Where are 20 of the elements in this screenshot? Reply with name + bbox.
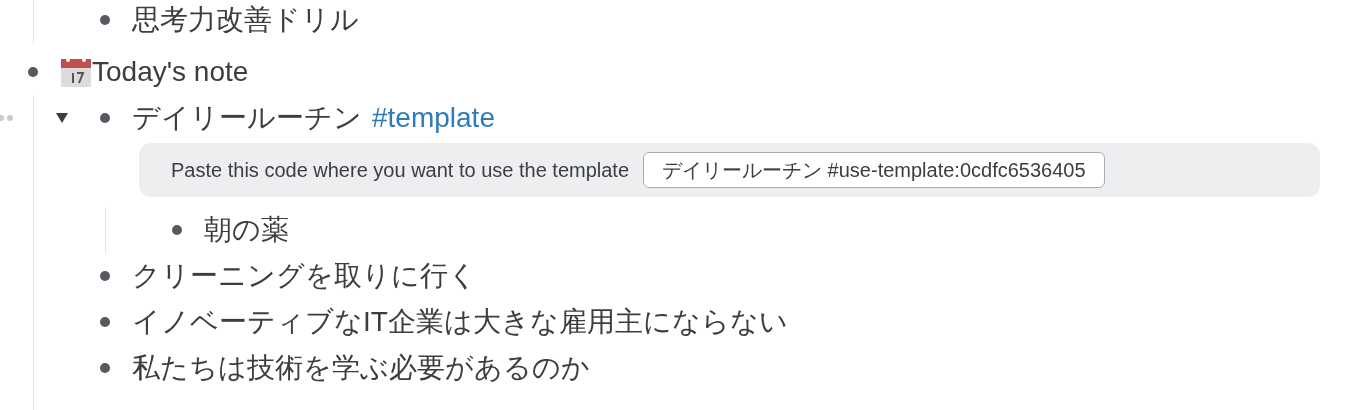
caret-icon[interactable] <box>55 112 69 124</box>
code-field[interactable]: デイリールーチン #use-template:0cdfc6536405 <box>643 152 1105 188</box>
item-text: デイリールーチン <box>132 104 362 132</box>
bullet[interactable] <box>172 225 182 235</box>
bullet[interactable] <box>100 15 110 25</box>
bullet[interactable] <box>100 317 110 327</box>
hint-text: Paste this code where you want to use the template <box>171 158 630 183</box>
item-text: 思考力改善ドリル <box>132 6 359 34</box>
item-text: Today's note <box>92 58 249 86</box>
bullet[interactable] <box>100 363 110 373</box>
bullet[interactable] <box>28 67 38 77</box>
item-text: クリーニングを取りに行く <box>132 262 477 290</box>
item-text: 私たちは技術を学ぶ必要があるのか <box>132 354 590 382</box>
item-text: イノベーティブなIT企業は大きな雇用主にならない <box>132 308 788 336</box>
calendar-icon <box>60 56 92 88</box>
item-text: 朝の薬 <box>204 216 289 244</box>
tag-link[interactable]: #template <box>372 104 495 132</box>
drag-handle-icon[interactable] <box>0 114 14 122</box>
bullet[interactable] <box>100 271 110 281</box>
bullet[interactable] <box>100 113 110 123</box>
